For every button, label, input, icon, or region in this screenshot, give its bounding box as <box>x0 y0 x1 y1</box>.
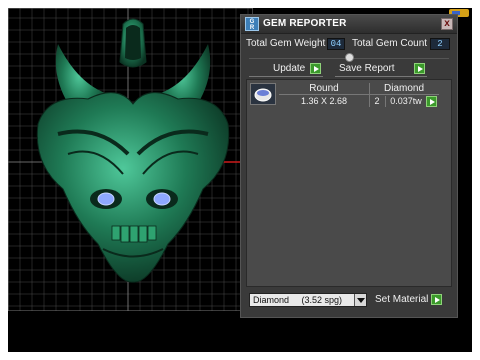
gem-weight-cell: 0.037tw <box>390 96 422 106</box>
chevron-down-icon[interactable] <box>354 294 366 306</box>
panel-title: GEM REPORTER <box>263 18 347 29</box>
update-go-icon[interactable] <box>310 63 321 74</box>
column-header-material: Diamond <box>383 83 425 94</box>
gem-size-cell: 1.36 X 2.68 <box>300 96 348 106</box>
material-select-value: Diamond (3.52 spg) <box>253 295 343 305</box>
total-weight-label: Total Gem Weight <box>246 38 326 49</box>
total-count-value: 2 <box>430 38 450 50</box>
save-report-underline <box>335 76 427 77</box>
header-underline <box>279 94 439 95</box>
gem-count-cell: 2 <box>374 96 380 106</box>
right-eye-gem <box>153 192 171 206</box>
total-count-label: Total Gem Count <box>352 38 428 49</box>
total-weight-value: 04 <box>327 38 345 50</box>
material-select[interactable]: Diamond (3.52 spg) <box>249 293 367 307</box>
left-eye-gem <box>97 192 115 206</box>
gem-reporter-logo-icon: GR <box>245 17 259 31</box>
column-header-shape: Round <box>309 83 339 94</box>
gem-thumbnail[interactable] <box>250 83 276 105</box>
gem-reporter-panel: GR GEM REPORTER x Total Gem Weight 04 To… <box>240 14 458 318</box>
totals-row: Total Gem Weight 04 Total Gem Count 2 <box>241 37 457 51</box>
round-diamond-icon <box>254 88 272 102</box>
gem-row-go-icon[interactable] <box>426 96 437 107</box>
slider-knob[interactable] <box>345 53 354 62</box>
close-button[interactable]: x <box>441 18 453 30</box>
panel-titlebar[interactable]: GR GEM REPORTER x <box>241 15 457 34</box>
update-underline <box>249 76 323 77</box>
save-report-go-icon[interactable] <box>414 63 425 74</box>
update-button[interactable]: Update <box>273 63 305 76</box>
demon-pendant-model[interactable] <box>28 14 238 288</box>
set-material-go-icon[interactable] <box>431 294 442 305</box>
screen-frame: GR GEM REPORTER x Total Gem Weight 04 To… <box>0 0 480 360</box>
save-report-button[interactable]: Save Report <box>339 63 395 76</box>
set-material-button[interactable]: Set Material <box>375 294 428 307</box>
column-separator-2 <box>385 96 386 107</box>
gem-list: Round Diamond 1.36 X 2.68 2 0.037tw <box>246 79 452 287</box>
column-separator <box>369 83 370 107</box>
